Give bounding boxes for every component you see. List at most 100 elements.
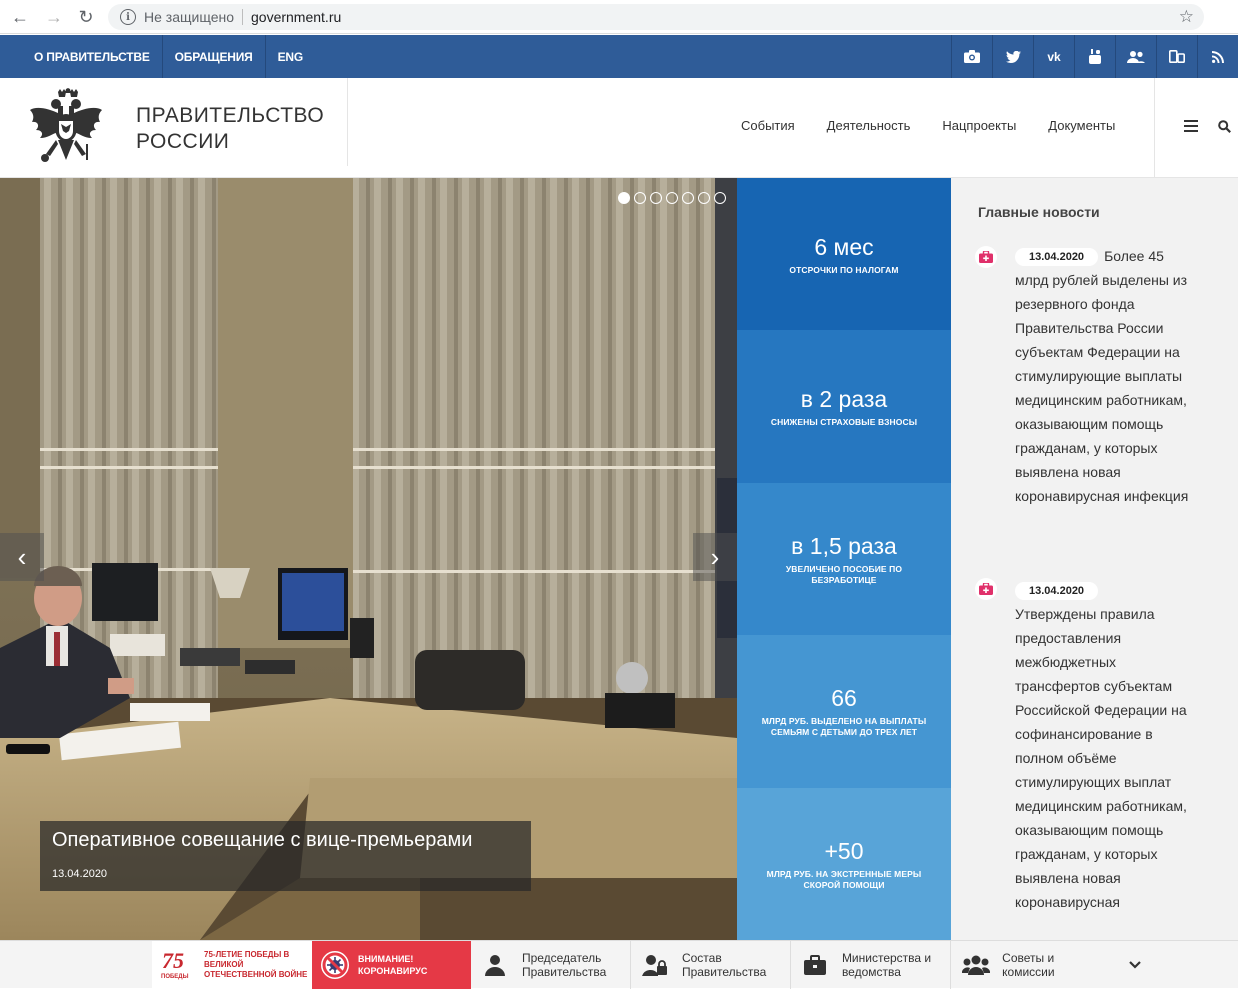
slider-dot[interactable] (666, 192, 678, 204)
divider (347, 78, 348, 166)
url-text[interactable]: government.ru (251, 9, 341, 25)
news-text[interactable]: 13.04.2020 Утверждены правила предоставл… (1015, 578, 1193, 914)
news-item-text[interactable]: Более 45 млрд рублей выделены из резервн… (1015, 248, 1188, 504)
slider-prev-arrow-icon[interactable]: ‹ (0, 533, 44, 581)
news-sidebar: Главные новости 13.04.2020 Более 45 млрд … (951, 178, 1238, 940)
community-icon[interactable] (1115, 35, 1156, 78)
divider (242, 9, 243, 25)
coat-of-arms-logo[interactable] (28, 88, 104, 170)
devices-icon[interactable] (1156, 35, 1197, 78)
link-government-members-label: Состав Правительства (682, 951, 790, 979)
security-label: Не защищено (144, 9, 234, 25)
briefcase-icon (801, 950, 830, 980)
search-icon[interactable] (1218, 120, 1231, 133)
top-navigation: О ПРАВИТЕЛЬСТВЕ ОБРАЩЕНИЯ ENG vk (0, 35, 1238, 78)
bookmark-star-icon[interactable]: ☆ (1179, 7, 1194, 27)
link-label-line2: Правительства (681, 965, 767, 979)
stat-value: 66 (831, 685, 857, 712)
news-heading[interactable]: Главные новости (978, 204, 1100, 220)
link-government-members[interactable]: Состав Правительства (631, 941, 791, 989)
vk-icon[interactable]: vk (1033, 35, 1074, 78)
stat-label: УВЕЛИЧЕНО ПОСОБИЕ ПО БЕЗРАБОТИЦЕ (785, 563, 903, 585)
bottom-quick-links: 75 ПОБЕДЫ 75-ЛЕТИЕ ПОБЕДЫ В ВЕЛИКОЙ ОТЕЧ… (0, 940, 1238, 989)
address-bar[interactable]: i Не защищено government.ru ☆ (108, 4, 1204, 30)
group-icon (961, 950, 990, 980)
reload-button[interactable]: ↻ (70, 1, 102, 33)
medical-case-icon (975, 578, 997, 600)
nav-english[interactable]: ENG (266, 35, 315, 78)
stat-card[interactable]: в 2 раза СНИЖЕНЫ СТРАХОВЫЕ ВЗНОСЫ (737, 330, 951, 483)
hero-slider[interactable]: ‹ › Оперативное совещание с вице-премьер… (0, 178, 737, 940)
link-label-line1: Председатель (521, 951, 602, 965)
stat-label: МЛРД РУБ. ВЫДЕЛЕНО НА ВЫПЛАТЫ СЕМЬЯМ С Д… (761, 716, 927, 738)
link-label-line1: Министерства и (841, 951, 932, 965)
link-label-line1: Состав (681, 951, 722, 965)
link-label-line2: комиссии (1002, 965, 1055, 979)
camera-icon[interactable] (951, 35, 992, 78)
stat-card[interactable]: +50 МЛРД РУБ. НА ЭКСТРЕННЫЕ МЕРЫ СКОРОЙ … (737, 787, 951, 940)
main-navigation: События Деятельность Нацпроекты Документ… (725, 118, 1131, 133)
nav-national-projects[interactable]: Нацпроекты (926, 118, 1032, 133)
stat-value: +50 (824, 837, 864, 864)
stat-label: ОТСРОЧКИ ПО НАЛОГАМ (789, 264, 899, 275)
stat-label: МЛРД РУБ. НА ЭКСТРЕННЫЕ МЕРЫ СКОРОЙ ПОМО… (766, 868, 922, 890)
hero-caption-date: 13.04.2020 (52, 868, 108, 880)
slider-dot[interactable] (618, 192, 630, 204)
youtube-icon[interactable] (1074, 35, 1115, 78)
hamburger-menu-icon[interactable] (1184, 120, 1198, 132)
nav-about-government[interactable]: О ПРАВИТЕЛЬСТВЕ (22, 35, 163, 78)
hero-caption-title[interactable]: Оперативное совещание с вице-премьерами (52, 829, 472, 852)
link-ministries[interactable]: Министерства и ведомства (791, 941, 951, 989)
divider (1154, 78, 1155, 178)
link-councils[interactable]: Советы и комиссии (951, 941, 1111, 989)
site-title-line2: РОССИИ (136, 130, 230, 153)
slider-next-arrow-icon[interactable]: › (693, 533, 737, 581)
twitter-icon[interactable] (992, 35, 1033, 78)
slider-dot[interactable] (714, 192, 726, 204)
chevron-down-icon[interactable] (1112, 941, 1158, 989)
stat-value: в 2 раза (800, 386, 888, 413)
stat-card[interactable]: 66 МЛРД РУБ. ВЫДЕЛЕНО НА ВЫПЛАТЫ СЕМЬЯМ … (737, 635, 951, 788)
nav-documents[interactable]: Документы (1032, 118, 1131, 133)
slider-dot[interactable] (682, 192, 694, 204)
slider-dot[interactable] (634, 192, 646, 204)
hero-caption[interactable]: Оперативное совещание с вице-премьерами … (40, 821, 531, 891)
nav-events[interactable]: События (725, 118, 811, 133)
site-header: ПРАВИТЕЛЬСТВО РОССИИ События Деятельност… (0, 78, 1238, 178)
nav-appeals[interactable]: ОБРАЩЕНИЯ (163, 35, 266, 78)
victory-75-banner[interactable]: 75 ПОБЕДЫ 75-ЛЕТИЕ ПОБЕДЫ В ВЕЛИКОЙ ОТЕЧ… (152, 941, 312, 989)
coronavirus-alert-banner[interactable]: ВНИМАНИЕ! КОРОНАВИРУС (312, 941, 471, 989)
news-text[interactable]: 13.04.2020 Более 45 млрд рублей выделены … (1015, 244, 1193, 508)
browser-toolbar: ← → ↻ i Не защищено government.ru ☆ (0, 0, 1238, 34)
slider-dots (618, 192, 726, 204)
people-lock-icon (641, 950, 670, 980)
stat-label: СНИЖЕНЫ СТРАХОВЫЕ ВЗНОСЫ (770, 417, 918, 428)
forward-button[interactable]: → (38, 1, 70, 33)
link-councils-label: Советы и комиссии (1002, 951, 1111, 979)
stat-card[interactable]: 6 мес ОТСРОЧКИ ПО НАЛОГАМ (737, 178, 951, 331)
slider-dot[interactable] (650, 192, 662, 204)
medical-case-icon (975, 246, 997, 268)
news-item-text[interactable]: Утверждены правила предоставления межбюд… (1015, 606, 1187, 910)
link-chairman-label: Председатель Правительства (522, 951, 630, 979)
stat-card[interactable]: в 1,5 раза УВЕЛИЧЕНО ПОСОБИЕ ПО БЕЗРАБОТ… (737, 482, 951, 636)
link-ministries-label: Министерства и ведомства (842, 951, 950, 979)
link-label-line2: Правительства (521, 965, 607, 979)
news-date-badge: 13.04.2020 (1015, 248, 1099, 266)
stat-value: 6 мес (814, 233, 874, 260)
site-title[interactable]: ПРАВИТЕЛЬСТВО РОССИИ (136, 103, 324, 155)
victory-75-text: 75-ЛЕТИЕ ПОБЕДЫ В ВЕЛИКОЙ ОТЕЧЕСТВЕННОЙ … (204, 950, 308, 979)
news-date-badge: 13.04.2020 (1015, 582, 1099, 600)
coronavirus-alert-line1: ВНИМАНИЕ! (358, 954, 414, 964)
link-chairman[interactable]: Председатель Правительства (471, 941, 631, 989)
back-button[interactable]: ← (4, 1, 36, 33)
nav-activity[interactable]: Деятельность (811, 118, 927, 133)
rss-icon[interactable] (1197, 35, 1238, 78)
coronavirus-alert-text: ВНИМАНИЕ! КОРОНАВИРУС (358, 953, 427, 977)
info-icon[interactable]: i (120, 9, 136, 25)
coronavirus-alert-line2: КОРОНАВИРУС (358, 966, 428, 976)
person-icon (481, 950, 510, 980)
slider-dot[interactable] (698, 192, 710, 204)
link-label-line2: ведомства (841, 965, 901, 979)
victory-75-caption: ПОБЕДЫ (161, 974, 189, 980)
